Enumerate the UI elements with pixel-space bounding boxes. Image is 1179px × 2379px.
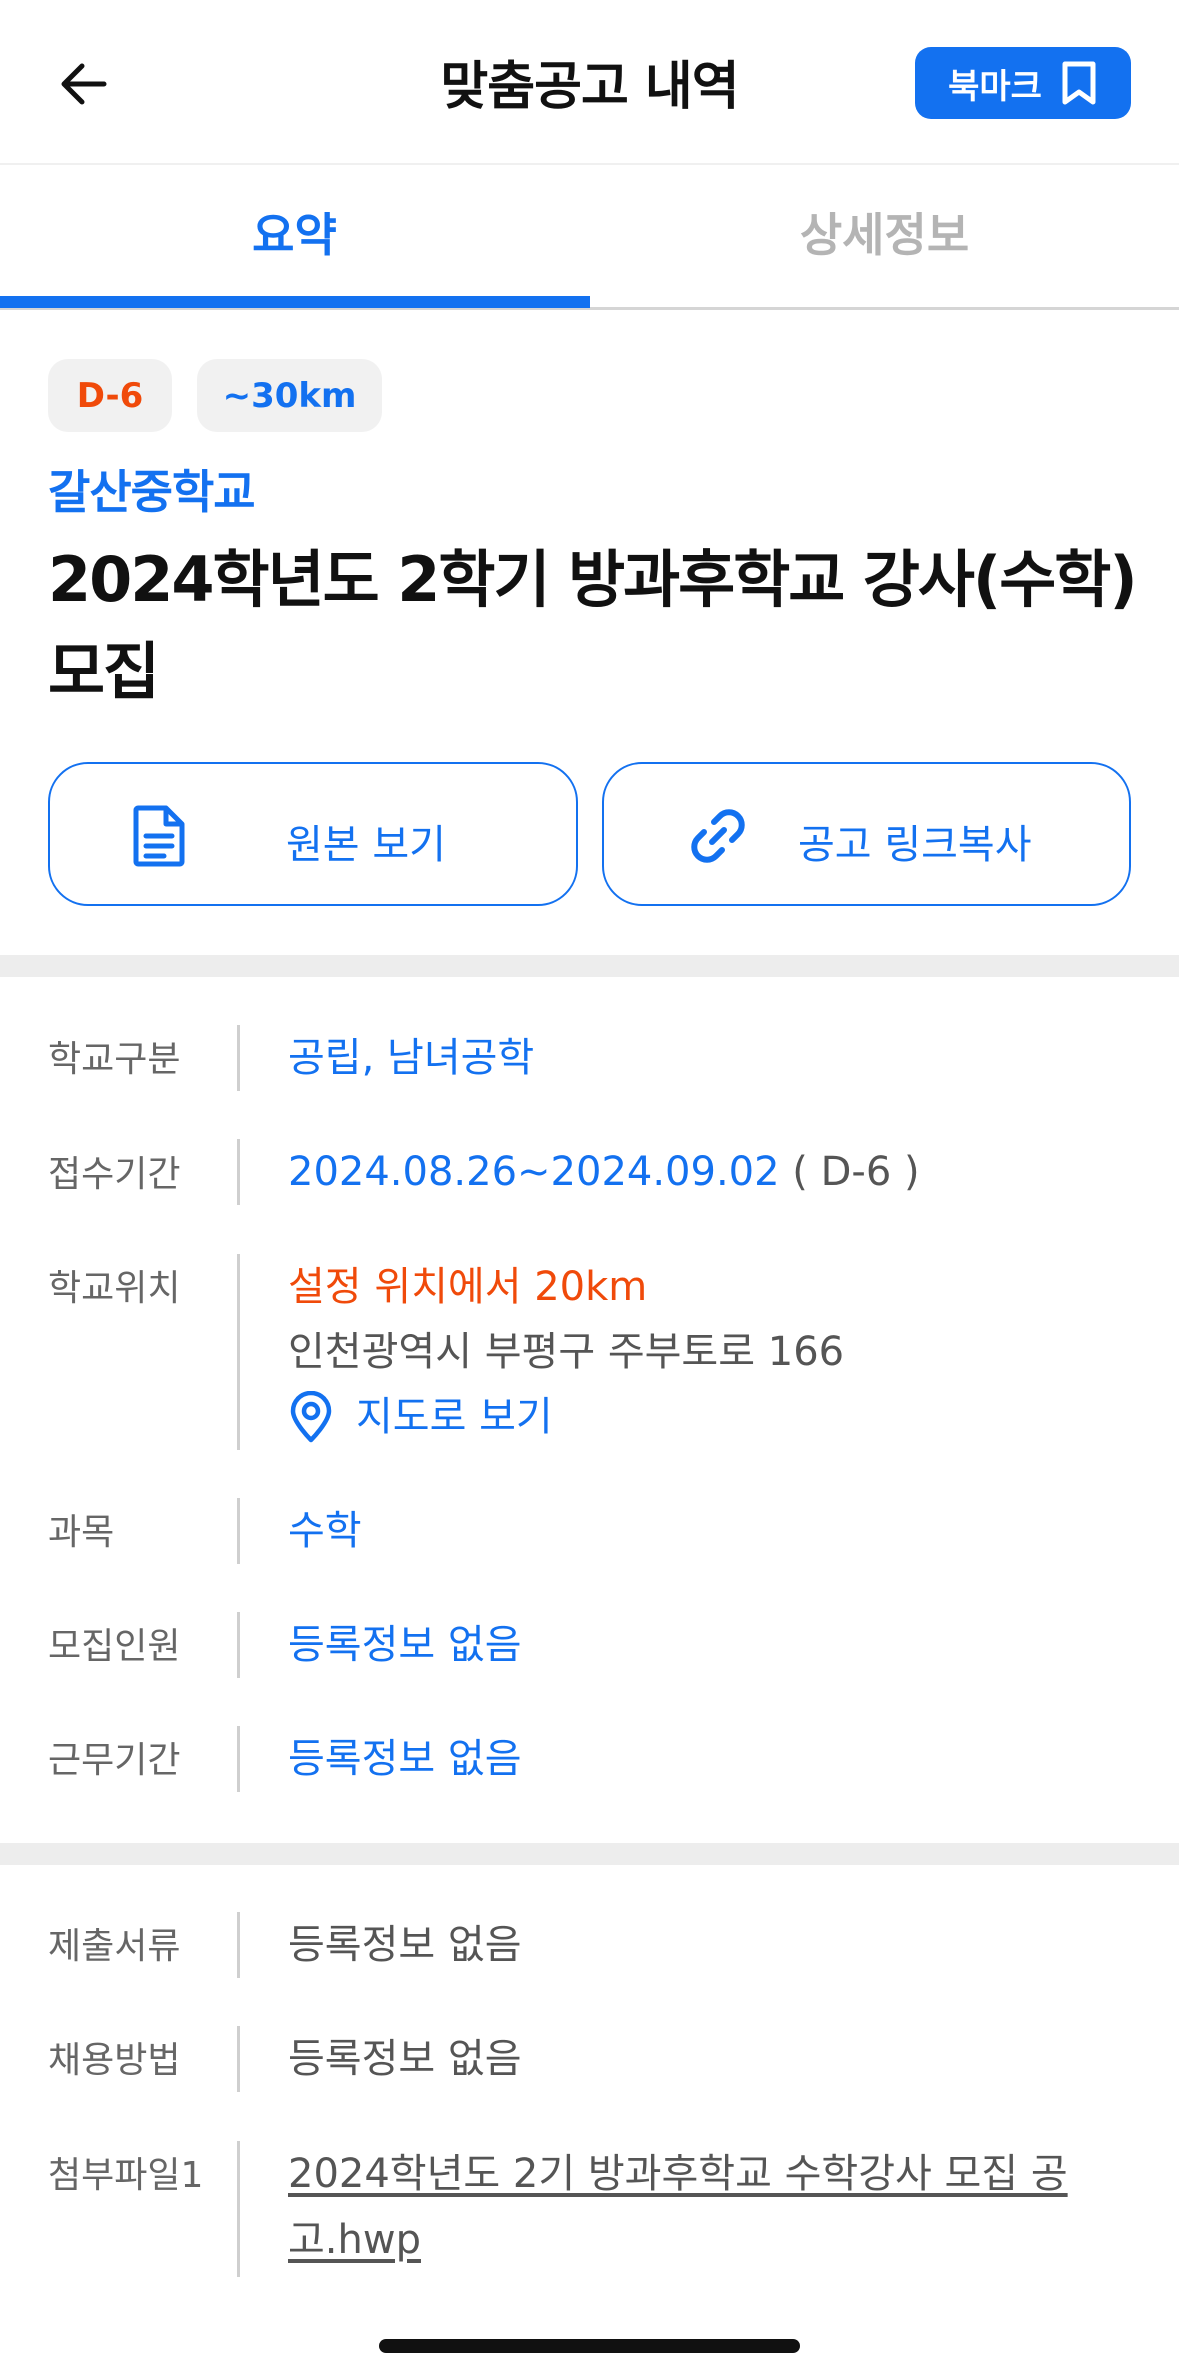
row-separator (237, 1254, 240, 1450)
document-icon (133, 805, 185, 867)
period-value-row: 2024.08.26~2024.09.02 ( D-6 ) (288, 1139, 920, 1205)
active-tab-indicator (0, 296, 590, 308)
location-address: 인천광역시 부평구 주부토로 166 (288, 1329, 845, 1375)
tab-bar: 요약 상세정보 (0, 165, 1179, 310)
distance-badge: ~30km (197, 359, 382, 432)
row-separator (237, 2141, 240, 2277)
subject-value: 수학 (288, 1508, 362, 1554)
posting-title: 2024학년도 2학기 방과후학교 강사(수학) 모집 (48, 543, 1138, 708)
copy-link-button[interactable]: 공고 링크복사 (602, 762, 1131, 906)
row-separator (237, 1912, 240, 1978)
map-pin-icon (290, 1391, 332, 1443)
section-divider (0, 1843, 1179, 1865)
school-name: 갈산중학교 (48, 465, 256, 519)
bookmark-label: 북마크 (948, 66, 1042, 107)
copy-link-label: 공고 링크복사 (798, 822, 1032, 868)
period-label: 접수기간 (48, 1154, 181, 1195)
row-separator (237, 1139, 240, 1205)
row-separator (237, 1612, 240, 1678)
bookmark-button[interactable]: 북마크 (915, 47, 1131, 119)
row-separator (237, 1498, 240, 1564)
attachment-label: 첨부파일1 (48, 2155, 204, 2196)
row-separator (237, 1726, 240, 1792)
work-period-value: 등록정보 없음 (288, 1736, 522, 1782)
documents-label: 제출서류 (48, 1926, 181, 1967)
headcount-label: 모집인원 (48, 1626, 181, 1667)
hiring-method-value: 등록정보 없음 (288, 2036, 522, 2082)
location-distance: 설정 위치에서 20km (288, 1264, 648, 1310)
app-header: 맞춤공고 내역 북마크 (0, 0, 1179, 165)
school-type-value: 공립, 남녀공학 (288, 1035, 535, 1081)
tab-summary[interactable]: 요약 (0, 165, 589, 310)
link-icon (691, 809, 745, 863)
location-label: 학교위치 (48, 1268, 181, 1309)
view-original-button[interactable]: 원본 보기 (48, 762, 578, 906)
documents-value: 등록정보 없음 (288, 1922, 522, 1968)
tab-details[interactable]: 상세정보 (590, 165, 1179, 310)
period-value: 2024.08.26~2024.09.02 (288, 1149, 780, 1195)
headcount-value: 등록정보 없음 (288, 1622, 522, 1668)
view-original-label: 원본 보기 (286, 822, 446, 868)
attachment-link[interactable]: 2024학년도 2기 방과후학교 수학강사 모집 공고.hwp (288, 2141, 1148, 2273)
period-dday: ( D-6 ) (792, 1149, 920, 1195)
bookmark-icon (1062, 61, 1096, 105)
school-type-label: 학교구분 (48, 1039, 181, 1080)
home-indicator (379, 2339, 800, 2353)
section-divider (0, 955, 1179, 977)
hiring-method-label: 채용방법 (48, 2040, 181, 2081)
work-period-label: 근무기간 (48, 1740, 181, 1781)
row-separator (237, 1025, 240, 1091)
view-map-label: 지도로 보기 (356, 1394, 553, 1440)
row-separator (237, 2026, 240, 2092)
dday-badge: D-6 (48, 359, 172, 432)
subject-label: 과목 (48, 1512, 115, 1553)
view-map-link[interactable]: 지도로 보기 (288, 1384, 553, 1450)
